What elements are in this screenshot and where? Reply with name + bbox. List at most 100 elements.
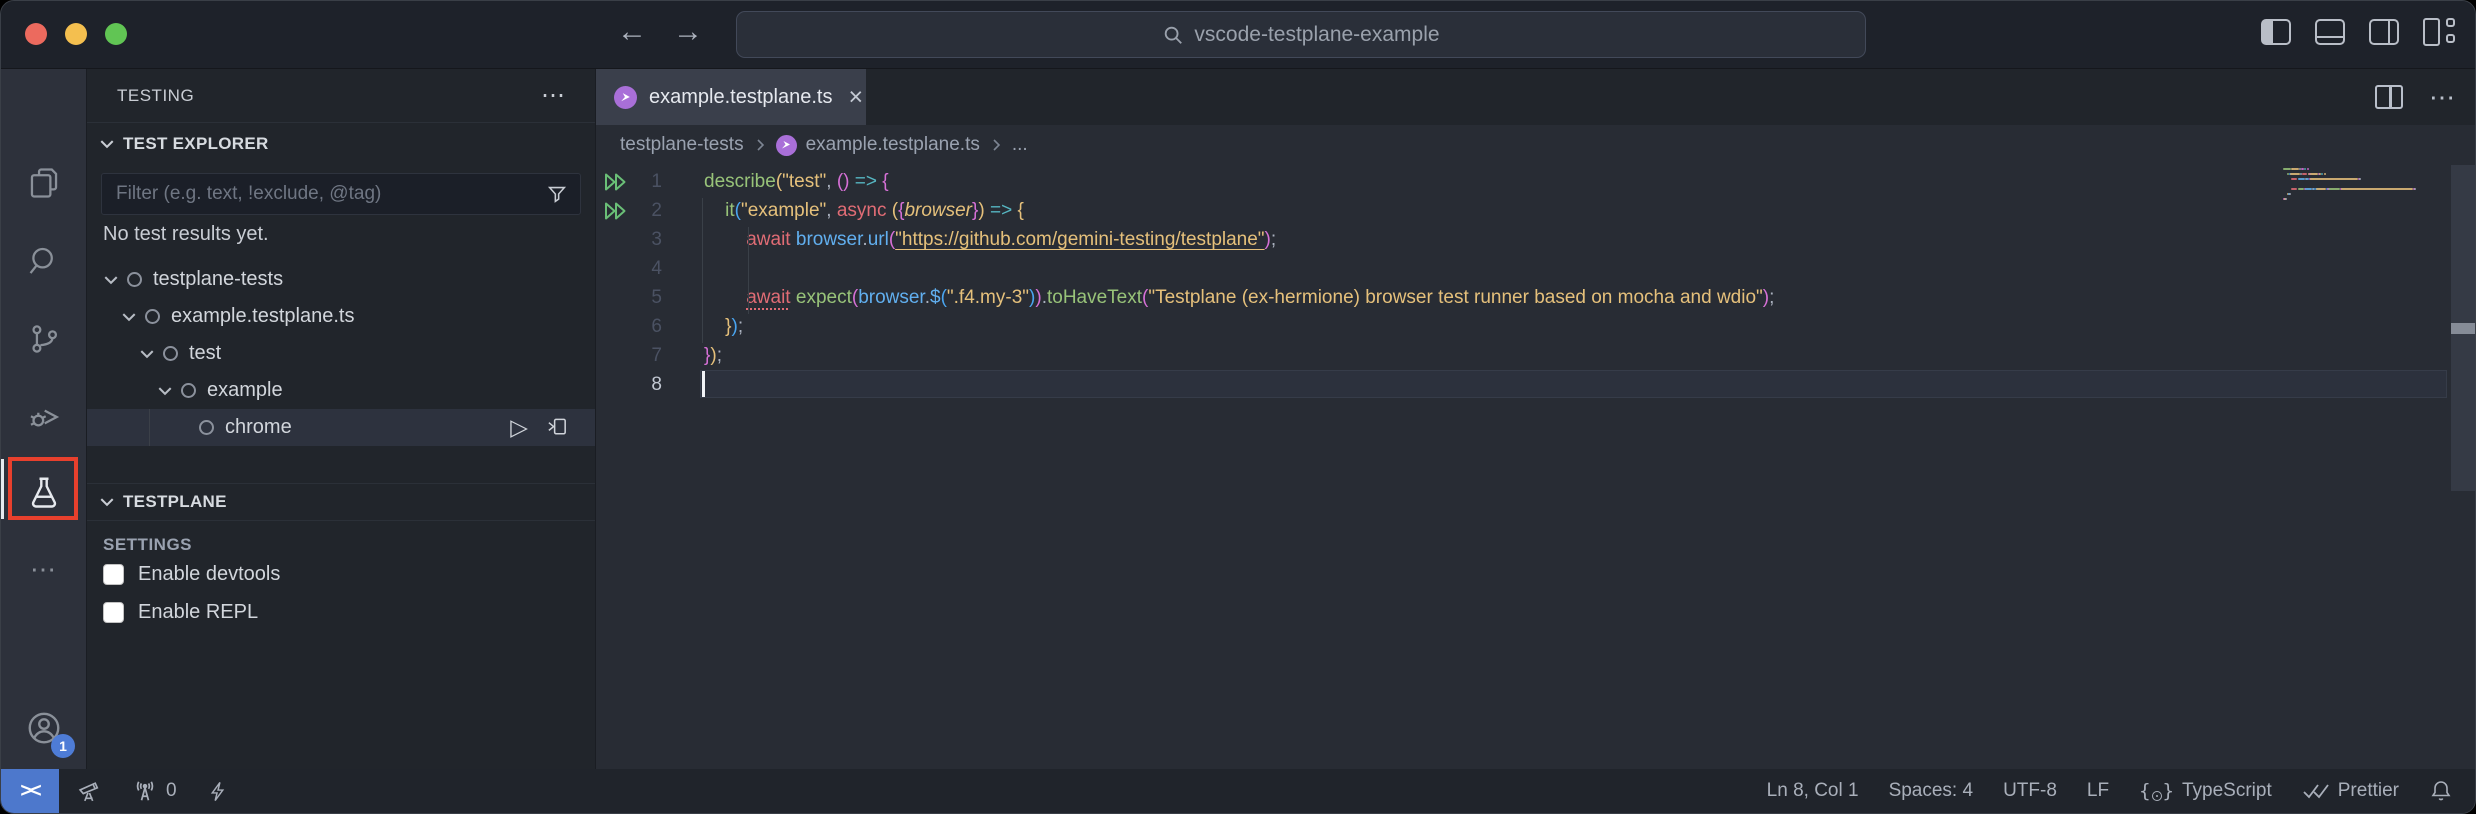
status-indentation[interactable]: Spaces: 4 (1889, 780, 1974, 802)
close-window-button[interactable] (25, 23, 47, 45)
chevron-down-icon[interactable] (103, 272, 119, 288)
zoom-window-button[interactable] (105, 23, 127, 45)
code-line-5[interactable]: 5 await expect(browser.$(".f4.my-3")).to… (596, 283, 2475, 312)
search-view-icon[interactable] (1, 229, 87, 293)
no-results-message: No test results yet. (103, 223, 269, 246)
tab-close-icon[interactable]: × (848, 83, 863, 112)
editor-tab-bar: example.testplane.ts × ⋯ (596, 69, 2475, 125)
status-notifications-bell[interactable] (2429, 779, 2453, 803)
line-number: 8 (632, 370, 662, 399)
title-bar: ← → vscode-testplane-example (1, 1, 2475, 69)
sidebar-title: TESTING (117, 86, 194, 106)
code-line-2[interactable]: 2 it("example", async ({browser}) => { (596, 196, 2475, 225)
editor-more-actions-icon[interactable]: ⋯ (2429, 82, 2455, 113)
window-controls (25, 23, 127, 45)
testplane-file-icon (776, 135, 797, 156)
line-number: 5 (632, 283, 662, 312)
enable-devtools-checkbox[interactable] (103, 564, 124, 585)
status-cursor-position[interactable]: Ln 8, Col 1 (1767, 780, 1859, 802)
status-encoding[interactable]: UTF-8 (2003, 780, 2057, 802)
breadcrumb-file[interactable]: example.testplane.ts (806, 134, 980, 156)
command-center-search[interactable]: vscode-testplane-example (736, 11, 1866, 58)
tree-item-label: testplane-tests (153, 268, 283, 291)
accounts-icon[interactable]: 1 (1, 696, 87, 760)
code-text: it("example", async ({browser}) => { (704, 196, 1024, 225)
text-cursor (702, 371, 705, 397)
status-language-mode[interactable]: {} TypeScript (2139, 780, 2272, 802)
braces-icon: {} (2139, 780, 2174, 802)
code-line-7[interactable]: 7}); (596, 341, 2475, 370)
chevron-down-icon[interactable] (139, 346, 155, 362)
line-number: 1 (632, 167, 662, 196)
code-text: describe("test", () => { (704, 167, 889, 196)
test-state-icon (199, 420, 214, 435)
command-center-text: vscode-testplane-example (1194, 23, 1439, 47)
tree-item-example-testplane-ts[interactable]: example.testplane.ts (87, 298, 595, 335)
tab-label: example.testplane.ts (649, 86, 832, 109)
code-line-6[interactable]: 6 }); (596, 312, 2475, 341)
run-debug-icon[interactable] (1, 385, 87, 449)
indent-guide (702, 198, 703, 343)
run-test-icon[interactable]: ▷ (510, 416, 528, 439)
customize-layout-icon[interactable] (2423, 18, 2455, 46)
minimize-window-button[interactable] (65, 23, 87, 45)
toggle-panel-icon[interactable] (2315, 19, 2345, 45)
tab-example-testplane-ts[interactable]: example.testplane.ts × (596, 69, 866, 125)
active-view-indicator (1, 459, 4, 519)
broadcast-icon (132, 778, 158, 804)
lightning-icon[interactable] (207, 780, 230, 803)
go-to-file-icon[interactable] (546, 416, 569, 439)
tree-item-label: example.testplane.ts (171, 305, 354, 328)
chevron-down-icon[interactable] (121, 309, 137, 325)
code-line-8[interactable]: 8 (596, 370, 2475, 399)
status-formatter[interactable]: Prettier (2302, 780, 2399, 802)
enable-repl-option: Enable REPL (103, 601, 258, 624)
toggle-secondary-sidebar-icon[interactable] (2369, 19, 2399, 45)
status-eol[interactable]: LF (2087, 780, 2109, 802)
navigate-forward-button[interactable]: → (673, 15, 703, 49)
status-bar: >< 0 Ln 8, Col 1 Spaces: 4 UTF-8 LF {} TypeSc… (1, 769, 2475, 813)
telescope-icon[interactable] (77, 779, 102, 804)
breadcrumb-more[interactable]: ... (1012, 134, 1028, 156)
line-number: 4 (632, 254, 662, 283)
more-views-icon[interactable]: ⋯ (1, 537, 87, 601)
sidebar-more-actions-icon[interactable]: ⋯ (541, 81, 565, 110)
code-text: }); (704, 312, 743, 341)
testplane-section-header[interactable]: TESTPLANE (87, 483, 595, 521)
editor-group: example.testplane.ts × ⋯ testplane-tests… (596, 69, 2475, 771)
remote-indicator[interactable]: >< (1, 769, 59, 813)
indent-guide (748, 227, 749, 314)
enable-repl-checkbox[interactable] (103, 602, 124, 623)
split-editor-icon[interactable] (2375, 85, 2403, 109)
current-line-highlight (700, 370, 2447, 398)
tree-item-chrome[interactable]: chrome ▷ (87, 409, 595, 446)
tree-item-testplane-tests[interactable]: testplane-tests (87, 261, 595, 298)
code-text: }); (704, 341, 722, 370)
ports-status[interactable]: 0 (132, 778, 177, 804)
breadcrumb-folder[interactable]: testplane-tests (620, 134, 744, 156)
chevron-down-icon[interactable] (157, 383, 173, 399)
toggle-primary-sidebar-icon[interactable] (2261, 19, 2291, 45)
tree-item-test[interactable]: test (87, 335, 595, 372)
code-line-1[interactable]: 1 describe("test", () => { (596, 167, 2475, 196)
double-check-icon (2302, 782, 2330, 800)
source-control-icon[interactable] (1, 307, 87, 371)
filter-icon[interactable] (546, 183, 568, 205)
test-explorer-section-header[interactable]: TEST EXPLORER (87, 123, 595, 165)
activity-bar: ⋯ 1 ⚙ 1 (1, 69, 87, 771)
code-editor[interactable]: 1 describe("test", () => {2 it("example",… (596, 165, 2475, 771)
testing-sidebar: TESTING ⋯ TEST EXPLORER No test results … (87, 69, 596, 771)
tree-item-label: chrome (225, 416, 292, 439)
chevron-right-icon (989, 138, 1003, 152)
code-line-3[interactable]: 3 await browser.url("https://github.com/… (596, 225, 2475, 254)
status-label: TypeScript (2182, 780, 2272, 802)
go-to-file-icon (546, 416, 569, 439)
tree-item-label: example (207, 379, 283, 402)
tree-item-example[interactable]: example (87, 372, 595, 409)
test-filter-input[interactable] (102, 183, 546, 205)
navigate-back-button[interactable]: ← (617, 15, 647, 49)
testplane-file-icon (614, 86, 637, 109)
status-label: Prettier (2338, 780, 2399, 802)
explorer-icon[interactable] (1, 151, 87, 215)
code-line-4[interactable]: 4 (596, 254, 2475, 283)
